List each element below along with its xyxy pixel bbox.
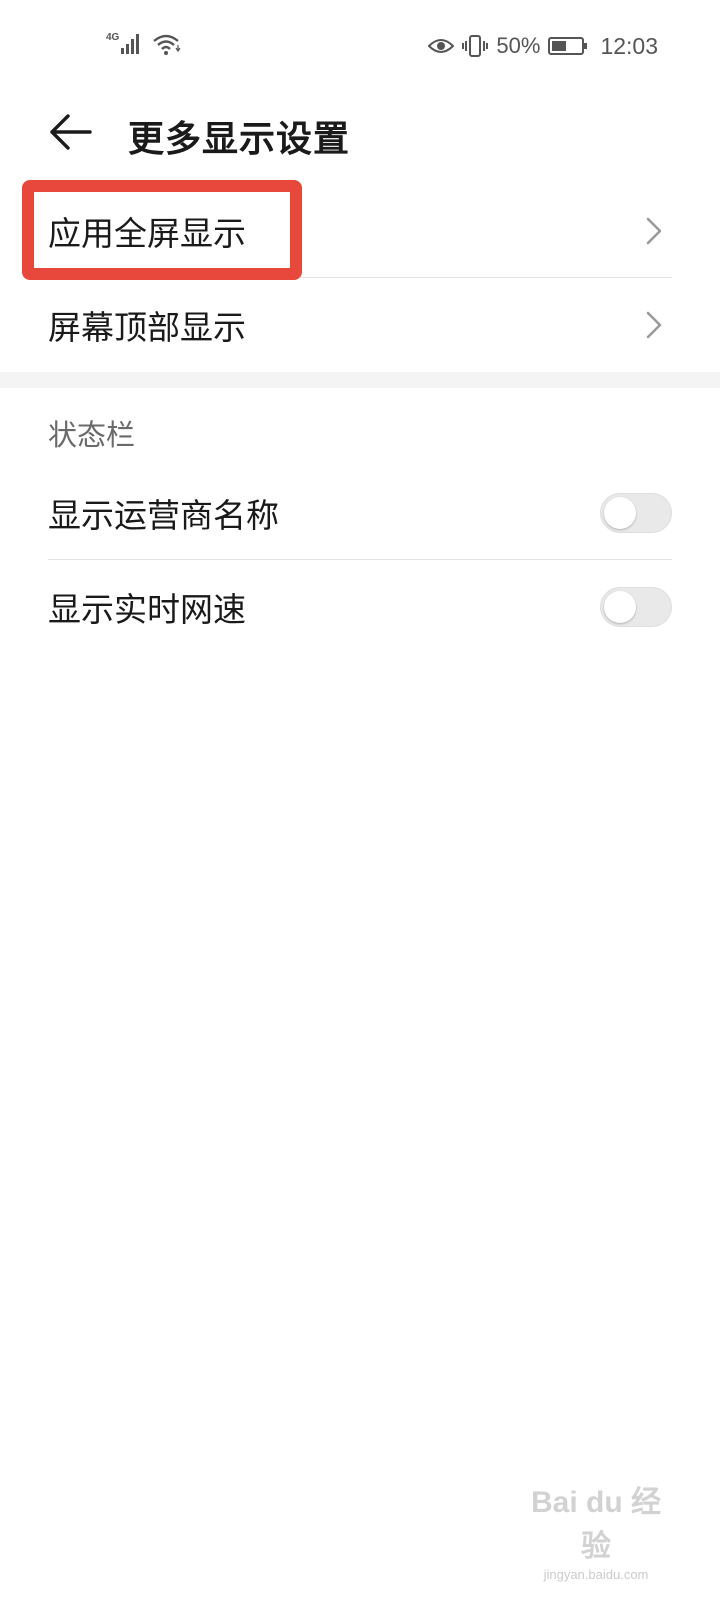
toggle-knob (604, 591, 636, 623)
clock: 12:03 (600, 32, 658, 59)
watermark: Bai du 经验 jingyan.baidu.com (526, 1477, 666, 1582)
chevron-right-icon (642, 213, 666, 249)
network-speed-toggle[interactable] (600, 587, 672, 627)
status-bar-left: 4G (106, 30, 182, 56)
watermark-url: jingyan.baidu.com (543, 1567, 649, 1582)
row-screen-top-display[interactable]: 屏幕顶部显示 (48, 278, 672, 372)
watermark-logo: Bai du 经验 (530, 1486, 661, 1563)
eye-icon (428, 36, 455, 56)
status-bar-right: 50% 12:03 (428, 30, 658, 62)
back-button[interactable] (44, 106, 96, 158)
row-label: 显示运营商名称 (48, 496, 279, 535)
signal-icon: 4G (106, 30, 142, 56)
row-label: 显示实时网速 (48, 590, 246, 629)
section-separator (0, 372, 720, 388)
battery-percent: 50% (496, 33, 541, 58)
section-header-status-bar: 状态栏 (48, 418, 136, 452)
battery-icon (548, 36, 588, 56)
page-title: 更多显示设置 (128, 119, 351, 160)
status-bar: 4G 50% 12:03 (0, 0, 720, 90)
app-header: 更多显示设置 (0, 96, 720, 168)
highlight-annotation-box (22, 180, 302, 280)
row-show-carrier-name[interactable]: 显示运营商名称 (48, 466, 672, 560)
row-show-network-speed[interactable]: 显示实时网速 (48, 560, 672, 654)
network-type-label: 4G (106, 32, 120, 43)
toggle-knob (604, 497, 636, 529)
row-label: 屏幕顶部显示 (48, 308, 246, 347)
vibrate-icon (462, 33, 489, 59)
chevron-right-icon (642, 307, 666, 343)
back-arrow-icon (50, 114, 92, 150)
carrier-name-toggle[interactable] (600, 493, 672, 533)
wifi-icon (152, 32, 182, 56)
